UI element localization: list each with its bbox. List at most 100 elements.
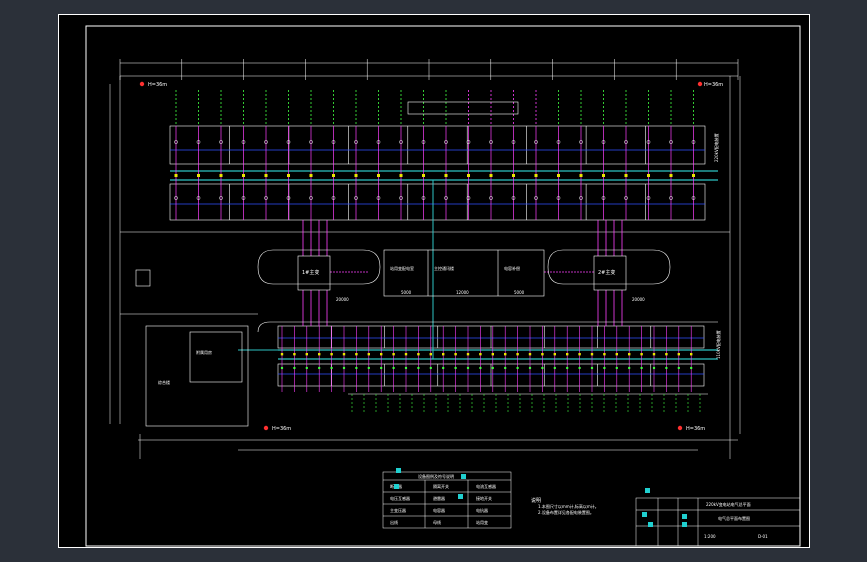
lv-disconnector xyxy=(318,353,321,356)
lv-breaker xyxy=(367,366,370,370)
legend-entry: 电压互感器 xyxy=(390,495,410,501)
lv-breaker xyxy=(404,366,408,370)
top-dimension-chain xyxy=(119,59,739,80)
electrical-layout-drawing: 1#主变 20000 2#主变 20000 站用变配电室 主控通讯楼 电容补偿 … xyxy=(58,14,810,548)
lv-breaker xyxy=(516,366,519,370)
title-drawing: 电气总平面布置图 xyxy=(718,515,750,521)
lv-breaker xyxy=(442,366,445,370)
lv-breaker xyxy=(528,366,532,370)
left-building: 综合楼 xyxy=(158,379,170,385)
notes-line-1: 1.本图尺寸以mm计,标高以m计。 xyxy=(538,503,599,509)
lv-bay-row-2 xyxy=(277,363,705,387)
dim-20000-left: 20000 xyxy=(336,297,349,302)
disconnector-symbol xyxy=(309,174,313,177)
lv-disconnector xyxy=(330,353,333,356)
elevation-top-right: H=36m xyxy=(704,82,723,88)
lv-disconnector xyxy=(392,353,395,356)
lv-disconnector xyxy=(528,353,532,356)
lv-breaker xyxy=(628,366,631,370)
legend-grips xyxy=(394,468,466,499)
legend-entry: 母线 xyxy=(433,519,441,525)
legend-entry: 站用变 xyxy=(476,519,488,525)
lv-disconnector xyxy=(578,353,581,356)
disconnector-symbol xyxy=(287,174,290,177)
legend-title: 设备图例及符号说明 xyxy=(418,473,454,479)
disconnector-symbol xyxy=(669,174,673,177)
lv-disconnector xyxy=(293,353,296,356)
lv-breaker xyxy=(305,366,308,370)
main-bus-bars xyxy=(170,149,718,375)
lv-disconnector xyxy=(677,353,680,356)
disconnector-symbol xyxy=(602,174,605,177)
drawing-sheet: 1#主变 20000 2#主变 20000 站用变配电室 主控通讯楼 电容补偿 … xyxy=(58,14,810,548)
lv-disconnector xyxy=(355,353,358,356)
lv-disconnector xyxy=(628,353,631,356)
hv-bay-row-1 xyxy=(169,125,706,165)
lv-disconnector xyxy=(590,353,594,356)
dim-20000-right: 20000 xyxy=(632,297,645,302)
disconnector-symbol xyxy=(444,174,448,177)
capacitor-label: 电容补偿 xyxy=(504,265,520,271)
lv-breaker xyxy=(677,366,680,370)
lv-disconnector xyxy=(367,353,370,356)
left-building-b: 附属用房 xyxy=(196,349,212,355)
lv-breaker xyxy=(553,366,556,370)
legend-entry: 主变压器 xyxy=(390,507,406,513)
lv-breaker xyxy=(330,366,333,370)
lv-disconnector xyxy=(504,353,507,356)
disconnector-symbol xyxy=(489,174,493,177)
lv-breaker xyxy=(392,366,395,370)
lv-breaker xyxy=(342,366,346,370)
lv-breaker xyxy=(280,366,284,370)
lv-disconnector xyxy=(454,353,457,356)
hv-bay-row-2 xyxy=(169,183,706,221)
legend-entry: 避雷器 xyxy=(433,495,445,501)
station-service-room: 站用变配电室 xyxy=(390,265,414,271)
transformer-2-label: 2#主变 xyxy=(598,269,615,276)
disconnector-symbol xyxy=(579,174,583,177)
lv-disconnector xyxy=(342,353,346,356)
title-block-grips xyxy=(642,488,687,527)
lv-breaker xyxy=(355,366,358,370)
lv-disconnector xyxy=(553,353,556,356)
lv-breaker xyxy=(590,366,594,370)
lv-breaker xyxy=(690,366,693,370)
disconnector-symbol xyxy=(264,174,268,177)
disconnector-symbol xyxy=(174,174,178,177)
lv-breaker xyxy=(578,366,581,370)
title-project: 220kV变电站电气总平面 xyxy=(706,501,751,507)
lv-disconnector xyxy=(640,353,643,356)
lv-disconnector xyxy=(690,353,693,356)
bottom-dimension-chain xyxy=(138,434,738,459)
notes-line-2: 2.设备布置详见各配电装置图。 xyxy=(538,509,594,515)
lv-side-label: 110kV配电装置 xyxy=(715,330,721,359)
legend-entry: 出线 xyxy=(390,519,398,525)
lv-breaker xyxy=(479,366,482,370)
disconnector-symbol xyxy=(219,174,223,177)
disconnector-symbol xyxy=(512,174,515,177)
elevation-bottom-right: H=36m xyxy=(686,426,705,432)
disconnector-symbol xyxy=(534,174,538,177)
outer-frame xyxy=(58,14,810,548)
lv-disconnector xyxy=(603,353,606,356)
transformer-1-label: 1#主变 xyxy=(302,269,319,276)
dim-mid-a: 5000 xyxy=(401,290,412,295)
lv-breaker xyxy=(504,366,507,370)
lv-breaker xyxy=(566,366,569,370)
title-sheet-no: D-01 xyxy=(758,534,768,539)
lv-breaker xyxy=(541,366,544,370)
lv-breaker xyxy=(615,366,618,370)
lv-disconnector xyxy=(280,353,284,356)
lv-disconnector xyxy=(615,353,618,356)
hv-riser-frame xyxy=(407,101,519,115)
lv-disconnector xyxy=(305,353,308,356)
notes-heading: 说明 xyxy=(531,497,541,504)
elevation-top-left: H=36m xyxy=(148,82,167,88)
lv-breaker xyxy=(417,366,420,370)
lv-disconnector xyxy=(665,353,668,356)
disconnector-symbol xyxy=(354,174,358,177)
lv-disconnector xyxy=(541,353,544,356)
lv-bay-row-1 xyxy=(277,325,705,349)
lv-breaker xyxy=(652,366,656,370)
lv-breaker xyxy=(293,366,296,370)
